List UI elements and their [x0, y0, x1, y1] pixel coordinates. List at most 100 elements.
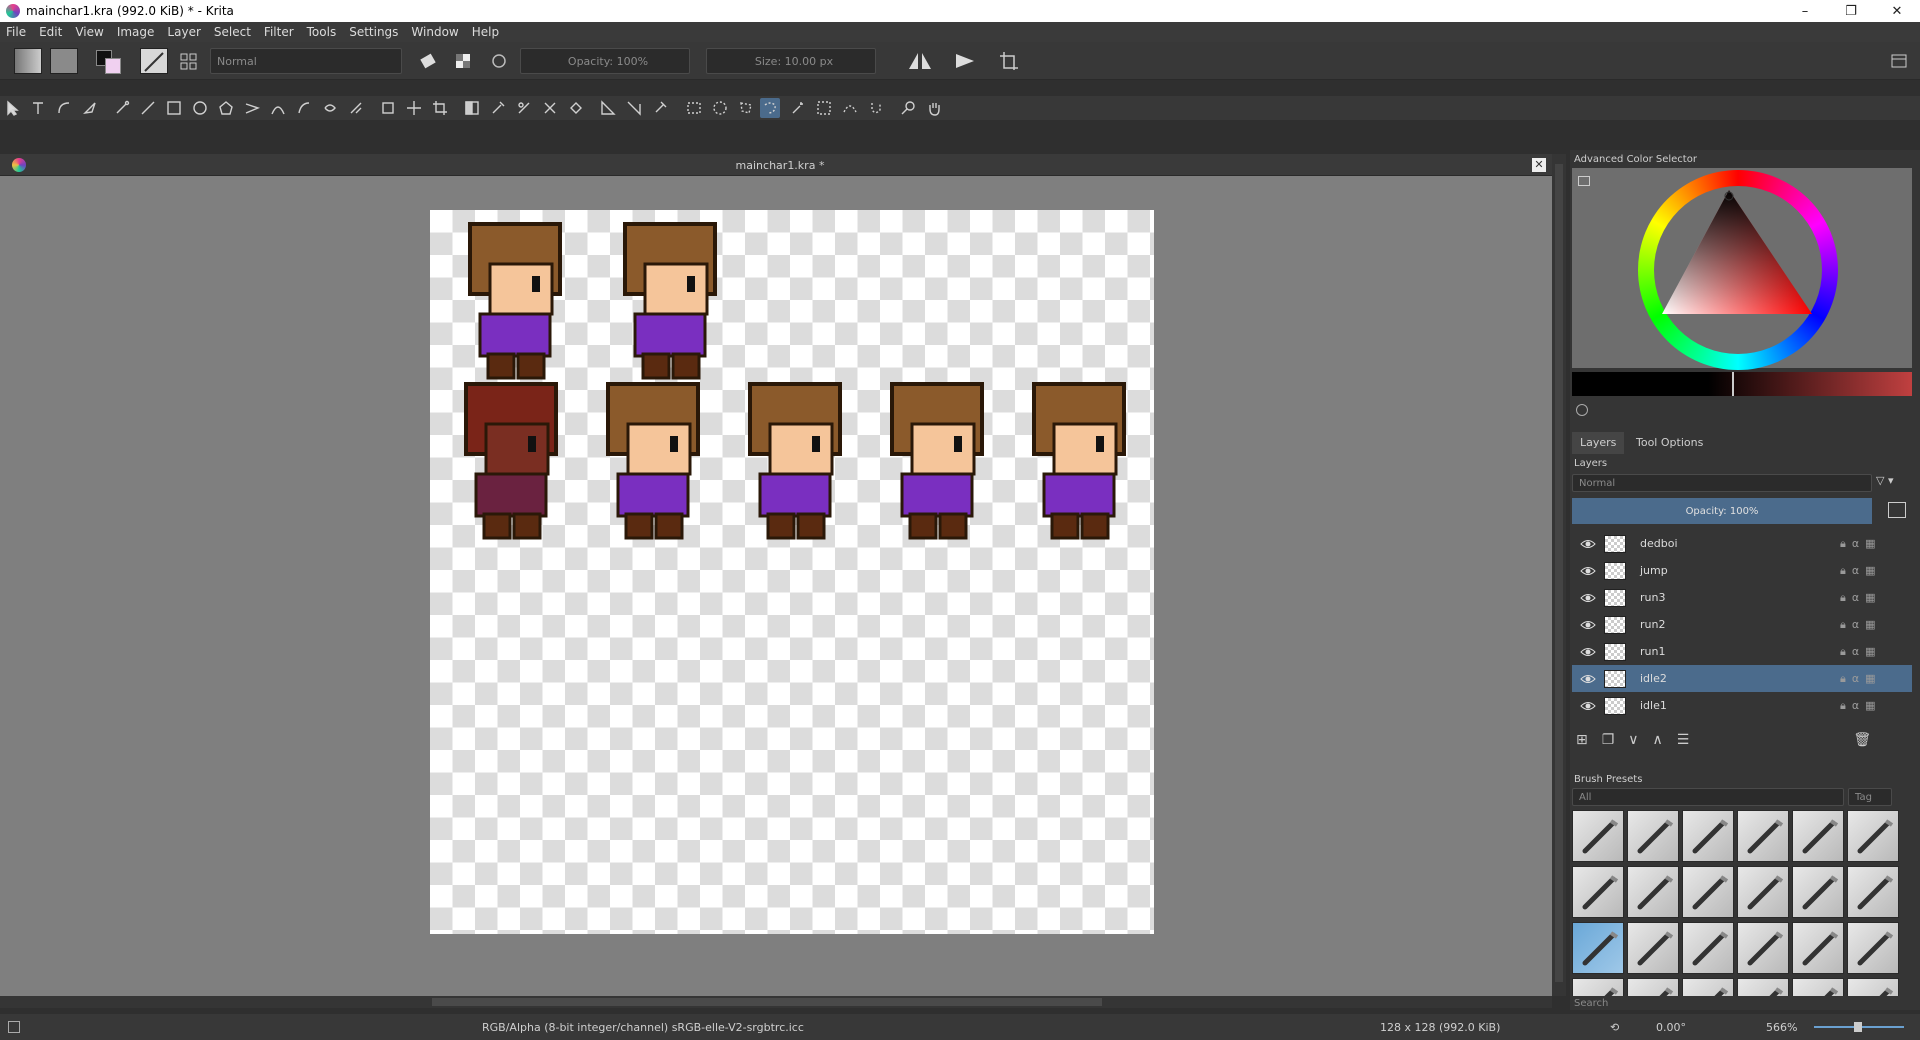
rotate-icon[interactable]: ⟲ — [1610, 1021, 1619, 1034]
brush-search-field[interactable]: Search — [1574, 998, 1608, 1009]
move-layer-down-icon[interactable]: ∨ — [1628, 732, 1638, 748]
zoom-tool-icon[interactable] — [898, 98, 918, 118]
brush-preset-thumbnail[interactable] — [1847, 922, 1899, 974]
reference-tool-icon[interactable] — [650, 98, 670, 118]
bezier-tool-icon[interactable] — [268, 98, 288, 118]
inherit-alpha-icon[interactable]: ▦ — [1865, 537, 1875, 551]
alpha-lock-icon[interactable]: α — [1852, 699, 1859, 713]
layer-blend-mode-select[interactable]: Normal — [1572, 474, 1872, 492]
inherit-alpha-icon[interactable]: ▦ — [1865, 645, 1875, 659]
advanced-color-selector[interactable] — [1572, 168, 1912, 370]
gradient-swatch[interactable] — [14, 48, 42, 74]
brush-preset-thumbnail[interactable] — [1737, 866, 1789, 918]
layer-filter-icon[interactable]: ▽ ▾ — [1876, 474, 1906, 492]
brush-preset-thumbnail[interactable] — [1792, 866, 1844, 918]
alpha-lock-icon[interactable]: α — [1852, 537, 1859, 551]
wrap-around-icon[interactable] — [996, 48, 1022, 74]
canvas-viewport[interactable] — [0, 176, 1552, 996]
select-shapes-tool-icon[interactable] — [2, 98, 22, 118]
menu-select[interactable]: Select — [214, 25, 251, 39]
selector-settings-icon[interactable] — [1578, 176, 1590, 186]
brush-preset-thumbnail[interactable] — [1572, 922, 1624, 974]
brush-preset-thumbnail[interactable] — [1737, 922, 1789, 974]
reload-preset-icon[interactable] — [486, 48, 512, 74]
brush-preset-thumbnail[interactable] — [1847, 810, 1899, 862]
alpha-lock-icon[interactable]: α — [1852, 672, 1859, 686]
brush-preset-thumbnail[interactable] — [1572, 978, 1624, 996]
brush-preset-thumbnail[interactable] — [1792, 922, 1844, 974]
close-document-icon[interactable]: ✕ — [1532, 158, 1546, 172]
layer-row[interactable]: run2 🔒︎ α ▦ — [1572, 611, 1912, 638]
menu-file[interactable]: File — [6, 25, 26, 39]
layer-row[interactable]: dedboi 🔒︎ α ▦ — [1572, 530, 1912, 557]
layer-row[interactable]: idle2 🔒︎ α ▦ — [1572, 665, 1912, 692]
menu-help[interactable]: Help — [472, 25, 499, 39]
rectangle-tool-icon[interactable] — [164, 98, 184, 118]
brush-preset-thumbnail[interactable] — [1682, 922, 1734, 974]
layer-row[interactable]: jump 🔒︎ α ▦ — [1572, 557, 1912, 584]
color-picker-tool-icon[interactable] — [488, 98, 508, 118]
calligraphy-tool-icon[interactable] — [80, 98, 100, 118]
ellipse-select-tool-icon[interactable] — [710, 98, 730, 118]
rect-select-tool-icon[interactable] — [684, 98, 704, 118]
brush-preset-thumbnail[interactable] — [1627, 810, 1679, 862]
inherit-alpha-icon[interactable]: ▦ — [1865, 564, 1875, 578]
inherit-alpha-icon[interactable]: ▦ — [1865, 591, 1875, 605]
close-button[interactable]: ✕ — [1874, 0, 1920, 22]
layer-row[interactable]: run3 🔒︎ α ▦ — [1572, 584, 1912, 611]
mirror-horizontal-icon[interactable] — [904, 48, 936, 74]
freehand-path-tool-icon[interactable] — [294, 98, 314, 118]
mirror-vertical-icon[interactable] — [950, 48, 982, 74]
minimize-button[interactable]: – — [1782, 0, 1828, 22]
menu-view[interactable]: View — [75, 25, 103, 39]
layer-row[interactable]: run1 🔒︎ α ▦ — [1572, 638, 1912, 665]
visibility-eye-icon[interactable] — [1580, 671, 1596, 687]
image-canvas[interactable] — [430, 210, 1154, 934]
brush-preset-thumbnail[interactable] — [1682, 978, 1734, 996]
visibility-eye-icon[interactable] — [1580, 617, 1596, 633]
workspace-grid-icon[interactable] — [178, 48, 200, 74]
maximize-button[interactable]: ❐ — [1828, 0, 1874, 22]
inherit-alpha-icon[interactable]: ▦ — [1865, 672, 1875, 686]
brush-preset-button[interactable] — [140, 48, 168, 74]
menu-image[interactable]: Image — [117, 25, 155, 39]
pan-tool-icon[interactable] — [924, 98, 944, 118]
line-tool-icon[interactable] — [138, 98, 158, 118]
zoom-slider[interactable] — [1814, 1022, 1904, 1032]
fill-tool-icon[interactable] — [566, 98, 586, 118]
inherit-alpha-icon[interactable]: ▦ — [1865, 699, 1875, 713]
assistant-tool-icon[interactable] — [598, 98, 618, 118]
move-layer-up-icon[interactable]: ∧ — [1653, 732, 1663, 748]
move-tool-icon[interactable] — [404, 98, 424, 118]
dynamic-brush-tool-icon[interactable] — [320, 98, 340, 118]
brush-preset-thumbnail[interactable] — [1682, 866, 1734, 918]
crop-tool-icon[interactable] — [430, 98, 450, 118]
similar-color-select-tool-icon[interactable] — [814, 98, 834, 118]
menu-filter[interactable]: Filter — [264, 25, 294, 39]
brush-preset-thumbnail[interactable] — [1792, 810, 1844, 862]
layer-row[interactable]: idle1 🔒︎ α ▦ — [1572, 692, 1912, 719]
eraser-mode-icon[interactable] — [414, 48, 442, 74]
size-slider[interactable]: Size: 10.00 px — [706, 48, 876, 74]
blend-mode-select[interactable]: Normal — [210, 48, 402, 74]
magnetic-select-tool-icon[interactable] — [866, 98, 886, 118]
fg-bg-color-selector[interactable] — [96, 48, 122, 74]
brush-preset-thumbnail[interactable] — [1682, 810, 1734, 862]
toolbar-settings-icon[interactable] — [1886, 48, 1912, 74]
brush-preset-thumbnail[interactable] — [1572, 866, 1624, 918]
lock-icon[interactable]: 🔒︎ — [1840, 564, 1846, 578]
zoom-value[interactable]: 566% — [1766, 1021, 1797, 1034]
color-history-strip[interactable] — [1572, 372, 1912, 396]
visibility-eye-icon[interactable] — [1580, 536, 1596, 552]
brush-preset-thumbnail[interactable] — [1627, 922, 1679, 974]
brush-tag-button[interactable]: Tag — [1848, 788, 1892, 806]
document-title[interactable]: mainchar1.kra * — [700, 159, 860, 172]
gradient-tool-icon[interactable] — [462, 98, 482, 118]
saturation-value-triangle[interactable] — [1662, 186, 1822, 326]
freehand-select-tool-icon[interactable] — [760, 98, 780, 118]
brush-preset-thumbnail[interactable] — [1627, 978, 1679, 996]
menu-edit[interactable]: Edit — [39, 25, 62, 39]
add-layer-icon[interactable]: ⊞ — [1576, 732, 1588, 748]
vertical-scrollbar[interactable] — [1552, 154, 1566, 996]
brush-preset-thumbnail[interactable] — [1737, 978, 1789, 996]
